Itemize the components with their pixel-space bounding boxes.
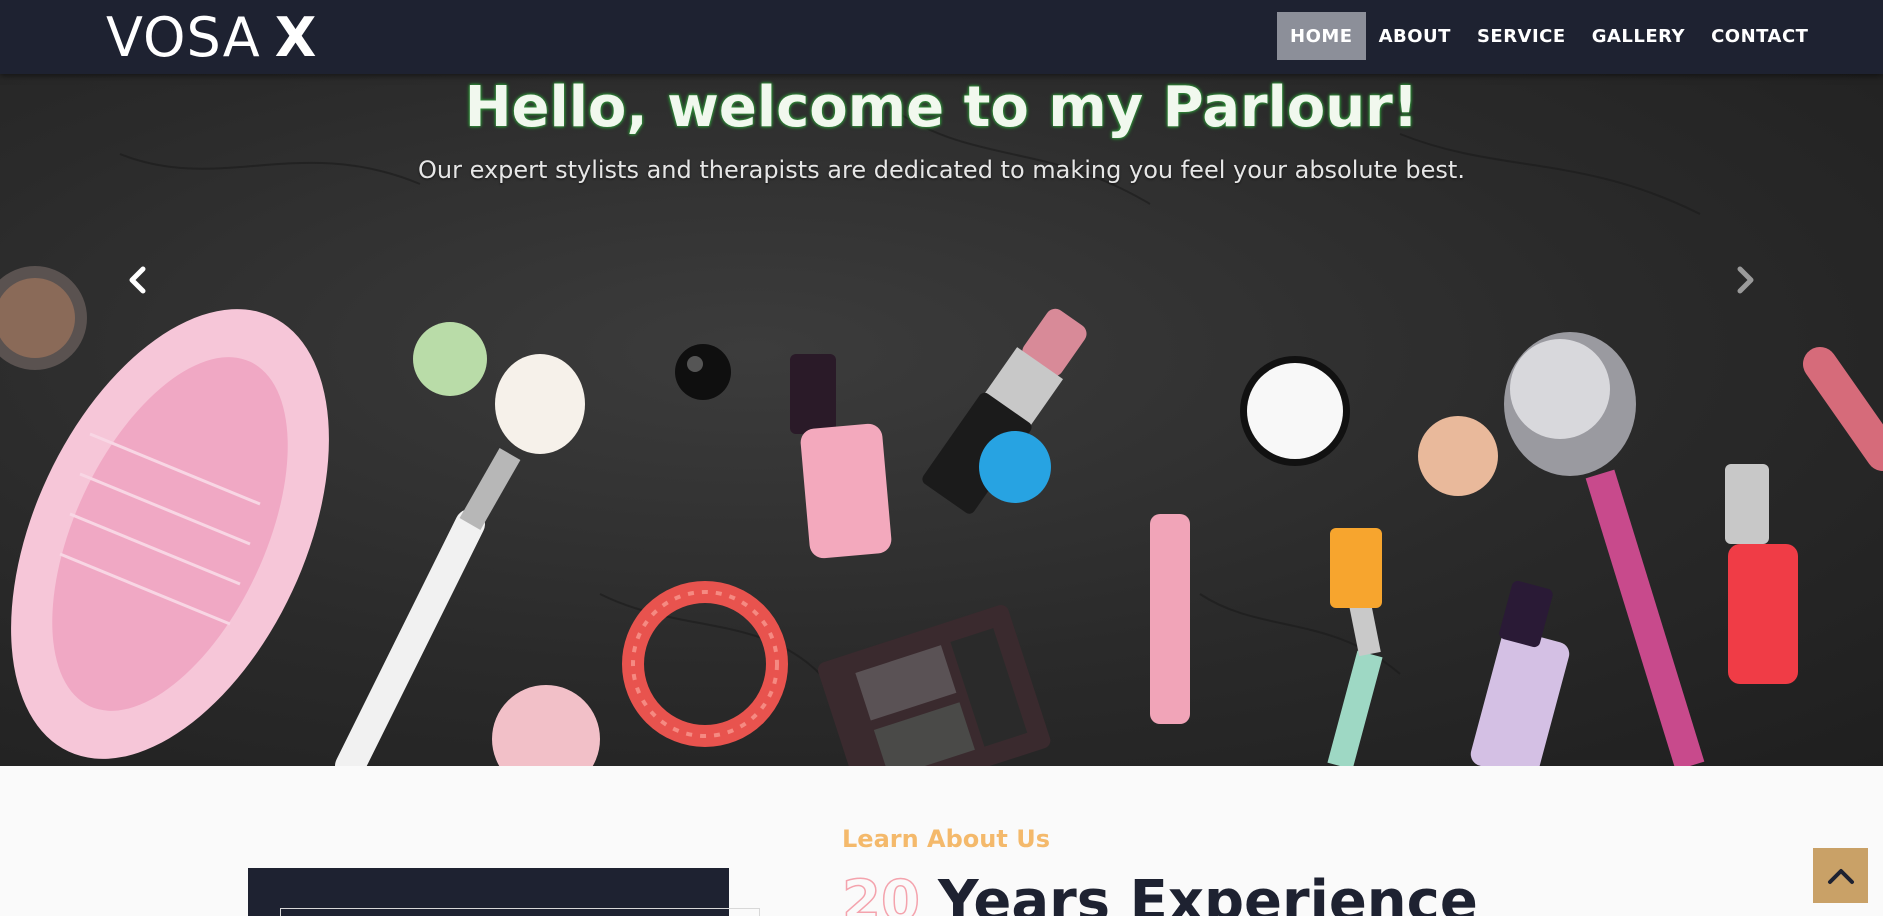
carousel-next-button[interactable] bbox=[1725, 260, 1765, 300]
experience-heading: 20 Years Experience bbox=[841, 869, 1478, 916]
nav-item-gallery[interactable]: GALLERY bbox=[1579, 12, 1698, 60]
carousel-prev-button[interactable] bbox=[118, 260, 158, 300]
chevron-right-icon bbox=[1737, 266, 1754, 294]
years-number: 20 bbox=[841, 869, 920, 916]
nav-item-home[interactable]: HOME bbox=[1277, 12, 1366, 60]
about-section: Learn About Us 20 Years Experience bbox=[0, 766, 1883, 916]
about-image-border bbox=[280, 908, 760, 916]
brand-logo[interactable]: VOSA X bbox=[106, 4, 317, 70]
navbar: VOSA X HOME ABOUT SERVICE GALLERY CONTAC… bbox=[0, 0, 1883, 74]
nav-item-contact[interactable]: CONTACT bbox=[1698, 12, 1821, 60]
hero-subtitle: Our expert stylists and therapists are d… bbox=[418, 156, 1465, 184]
back-to-top-button[interactable] bbox=[1813, 848, 1868, 903]
about-eyebrow: Learn About Us bbox=[842, 825, 1050, 853]
nav-item-service[interactable]: SERVICE bbox=[1464, 12, 1579, 60]
hero-title: Hello, welcome to my Parlour! bbox=[464, 75, 1419, 140]
about-image-frame bbox=[248, 868, 760, 916]
nav-item-about[interactable]: ABOUT bbox=[1366, 12, 1464, 60]
nav-menu: HOME ABOUT SERVICE GALLERY CONTACT bbox=[1277, 12, 1821, 60]
hero-carousel: Hello, welcome to my Parlour! Our expert… bbox=[0, 74, 1883, 766]
chevron-up-icon bbox=[1827, 868, 1854, 884]
brand-name: VOSA bbox=[106, 5, 261, 69]
chevron-left-icon bbox=[129, 266, 146, 294]
experience-text: Years Experience bbox=[937, 869, 1478, 916]
brand-mark: X bbox=[274, 5, 318, 69]
